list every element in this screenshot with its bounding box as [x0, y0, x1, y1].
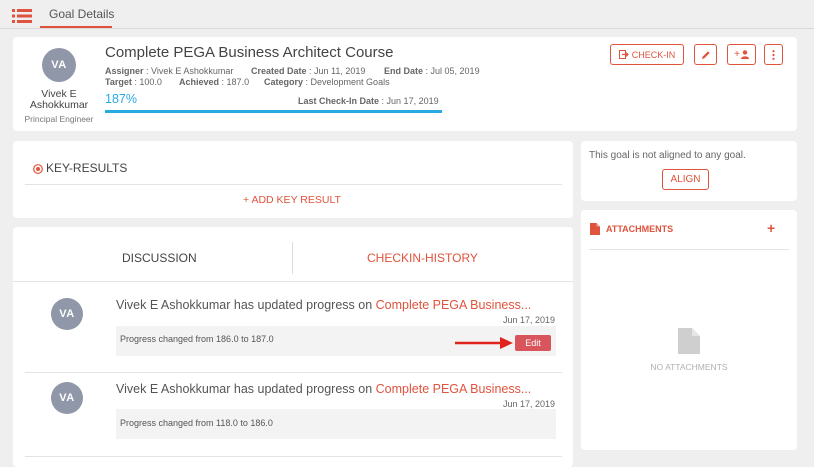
- user-icon: [740, 50, 749, 59]
- category-value: : Development Goals: [305, 77, 390, 87]
- owner-last-name: Ashokkumar: [29, 99, 89, 111]
- add-attachment-button[interactable]: +: [767, 220, 775, 236]
- target-label: Target: [105, 77, 132, 87]
- tabs-divider: [13, 281, 573, 282]
- progress-percent: 187%: [105, 92, 137, 106]
- created-date: Created Date : Jun 11, 2019: [251, 66, 365, 76]
- feed-item-prefix: Vivek E Ashokkumar has updated progress …: [116, 382, 376, 396]
- more-options-button[interactable]: [764, 44, 783, 65]
- attachments-title: ATTACHMENTS: [606, 224, 674, 234]
- progress-change-text: Progress changed from 118.0 to 186.0: [120, 418, 273, 428]
- assigner-value: : Vivek E Ashokkumar: [146, 66, 234, 76]
- checkin-icon: [618, 50, 629, 59]
- goal-meta-row-1: Assigner : Vivek E Ashokkumar: [105, 66, 233, 76]
- file-icon: [590, 223, 600, 235]
- tab-checkin-history[interactable]: CHECKIN-HISTORY: [367, 251, 478, 265]
- add-member-plus: +: [734, 49, 740, 60]
- target-value: : 100.0: [134, 77, 162, 87]
- end-date: End Date : Jul 05, 2019: [384, 66, 480, 76]
- progress-track: [105, 110, 442, 113]
- empty-file-icon: [678, 328, 700, 354]
- category-label: Category: [264, 77, 304, 87]
- add-member-button[interactable]: +: [727, 44, 756, 65]
- feed-item-date: Jun 17, 2019: [503, 399, 556, 409]
- feed-goal-link[interactable]: Complete PEGA Business...: [376, 298, 532, 312]
- end-value: : Jul 05, 2019: [425, 66, 480, 76]
- feed-item-date: Jun 17, 2019: [503, 315, 556, 325]
- key-results-title: KEY-RESULTS: [46, 161, 128, 175]
- red-arrow-icon: [455, 337, 513, 349]
- attachments-divider: [589, 249, 789, 250]
- alignment-status-text: This goal is not aligned to any goal.: [589, 150, 746, 161]
- list-menu-icon[interactable]: [12, 8, 32, 24]
- progress-change-text: Progress changed from 186.0 to 187.0: [120, 334, 274, 344]
- no-attachments-text: NO ATTACHMENTS: [650, 362, 728, 372]
- feed-avatar: VA: [51, 298, 83, 330]
- owner-name: Vivek E Ashokkumar: [14, 89, 104, 111]
- key-results-card: [13, 141, 573, 218]
- achieved: Achieved : 187.0: [179, 77, 249, 87]
- target: Target : 100.0: [105, 77, 162, 87]
- last-checkin: Last Check-In Date : Jun 17, 2019: [298, 96, 439, 106]
- feed-avatar: VA: [51, 382, 83, 414]
- align-button[interactable]: ALIGN: [662, 169, 709, 190]
- add-key-result-link[interactable]: + ADD KEY RESULT: [243, 194, 341, 206]
- check-in-button[interactable]: CHECK-IN: [610, 44, 684, 65]
- check-in-label: CHECK-IN: [631, 49, 676, 60]
- top-divider: [0, 28, 814, 29]
- end-label: End Date: [384, 66, 424, 76]
- achieved-label: Achieved: [179, 77, 220, 87]
- goal-title[interactable]: Complete PEGA Business Architect Course: [105, 44, 393, 61]
- tab-separator: [292, 242, 293, 274]
- feed-divider: [25, 456, 562, 457]
- progress-fill: [105, 110, 442, 113]
- vertical-dots-icon: [772, 49, 775, 60]
- pencil-icon: [701, 50, 710, 59]
- assigner-label: Assigner: [105, 66, 144, 76]
- feed-item-prefix: Vivek E Ashokkumar has updated progress …: [116, 298, 376, 312]
- tab-discussion[interactable]: DISCUSSION: [122, 251, 197, 265]
- target-icon: [33, 164, 43, 174]
- category: Category : Development Goals: [264, 77, 390, 87]
- owner-avatar: VA: [42, 48, 76, 82]
- created-value: : Jun 11, 2019: [309, 66, 366, 76]
- owner-role: Principal Engineer: [24, 114, 94, 124]
- edit-goal-button[interactable]: [694, 44, 717, 65]
- feed-divider: [25, 372, 562, 373]
- feed-item-text: Vivek E Ashokkumar has updated progress …: [116, 298, 531, 312]
- key-results-divider: [25, 184, 562, 185]
- created-label: Created Date: [251, 66, 307, 76]
- last-checkin-label: Last Check-In Date: [298, 96, 380, 106]
- feed-goal-link[interactable]: Complete PEGA Business...: [376, 382, 532, 396]
- tab-goal-details[interactable]: Goal Details: [49, 7, 114, 21]
- last-checkin-value: : Jun 17, 2019: [381, 96, 439, 106]
- edit-button[interactable]: Edit: [515, 335, 551, 351]
- achieved-value: : 187.0: [221, 77, 250, 87]
- feed-item-text: Vivek E Ashokkumar has updated progress …: [116, 382, 531, 396]
